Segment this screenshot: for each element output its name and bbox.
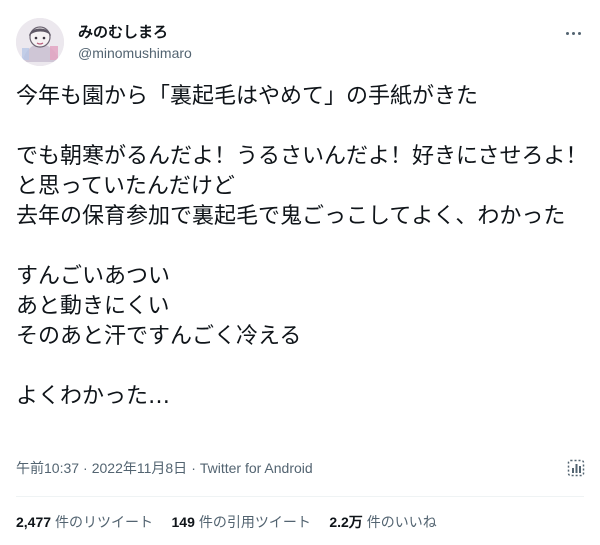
quotes-count: 149 bbox=[171, 514, 195, 530]
retweets-label: 件のリツイート bbox=[55, 515, 154, 531]
tweet-date[interactable]: 2022年11月8日 bbox=[92, 460, 187, 476]
tweet-source[interactable]: Twitter for Android bbox=[200, 460, 313, 476]
analytics-icon[interactable] bbox=[566, 458, 586, 478]
quotes-stat[interactable]: 149 件の引用ツイート bbox=[172, 513, 311, 532]
tweet-time[interactable]: 午前10:37 bbox=[16, 460, 79, 476]
meta-separator: · bbox=[191, 460, 196, 476]
meta-separator: · bbox=[83, 460, 88, 476]
divider bbox=[16, 496, 584, 497]
tweet-stats: 2,477 件のリツイート 149 件の引用ツイート 2.2万 件のいいね bbox=[16, 513, 451, 532]
likes-label: 件のいいね bbox=[366, 515, 437, 531]
retweets-count: 2,477 bbox=[16, 514, 52, 530]
more-dot-icon bbox=[565, 31, 569, 35]
author-display-name[interactable]: みのむしまろ bbox=[78, 22, 168, 42]
tweet: みのむしまろ @minomushimaro 今年も園から「裏起毛はやめて」の手紙… bbox=[0, 0, 600, 545]
avatar-illustration-icon bbox=[16, 18, 64, 66]
avatar[interactable] bbox=[16, 18, 64, 66]
likes-stat[interactable]: 2.2万 件のいいね bbox=[329, 513, 436, 532]
more-dot-icon bbox=[577, 31, 581, 35]
tweet-metadata: 午前10:37 · 2022年11月8日 · Twitter for Android bbox=[16, 459, 313, 477]
likes-count: 2.2万 bbox=[329, 514, 363, 530]
quotes-label: 件の引用ツイート bbox=[198, 515, 311, 531]
more-options-button[interactable] bbox=[560, 22, 586, 44]
author-handle[interactable]: @minomushimaro bbox=[78, 44, 192, 62]
tweet-text: 今年も園から「裏起毛はやめて」の手紙がきた でも朝寒がるんだよ！うるさいんだよ！… bbox=[16, 84, 588, 409]
more-dot-icon bbox=[571, 31, 575, 35]
retweets-stat[interactable]: 2,477 件のリツイート bbox=[16, 513, 153, 532]
